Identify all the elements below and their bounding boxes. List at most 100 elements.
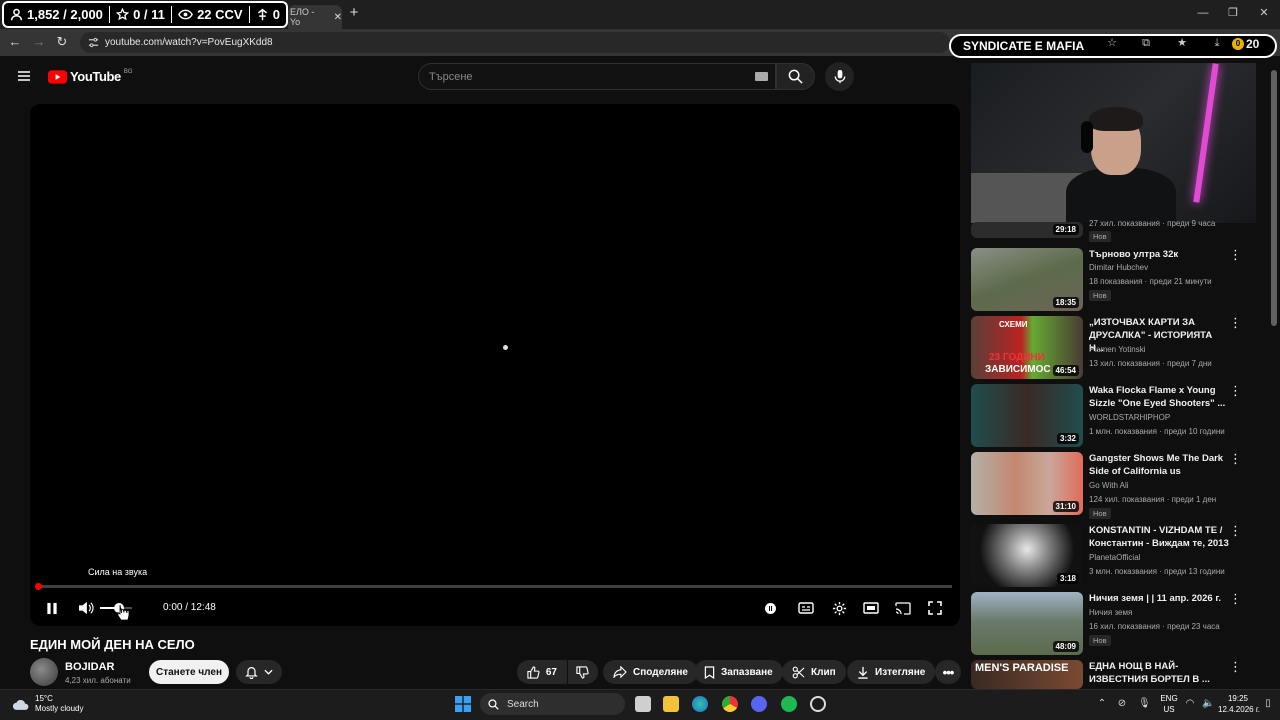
- close-window-button[interactable]: ✕: [1257, 6, 1271, 20]
- discord-icon[interactable]: [751, 696, 767, 712]
- cast-button[interactable]: [894, 599, 912, 617]
- youtube-play-icon: [48, 69, 67, 84]
- bookmark-star-icon[interactable]: ☆: [1105, 36, 1119, 50]
- spotify-icon[interactable]: [781, 696, 797, 712]
- notifications-icon[interactable]: ▯: [1262, 698, 1274, 710]
- more-vertical-icon[interactable]: ⋮: [1229, 524, 1242, 537]
- region-code: US: [1163, 705, 1175, 714]
- video-thumbnail[interactable]: 3:32: [971, 384, 1083, 447]
- more-vertical-icon[interactable]: ⋮: [1229, 384, 1242, 397]
- new-tab-button[interactable]: +: [347, 5, 361, 20]
- video-title[interactable]: Търново ултра 32к: [1089, 248, 1229, 261]
- time-display: 0:00 / 12:48: [163, 602, 216, 613]
- voice-search-button[interactable]: [825, 62, 854, 91]
- video-thumbnail[interactable]: 48:09: [971, 592, 1083, 655]
- favorites-icon[interactable]: ★: [1175, 36, 1189, 50]
- channel-name[interactable]: WORLDSTARHIPHOP: [1089, 413, 1170, 422]
- progress-scrubber[interactable]: [35, 583, 42, 590]
- language-indicator[interactable]: ENG US: [1159, 693, 1179, 715]
- url-field[interactable]: youtube.com/watch?v=PovEugXKdd8: [80, 32, 950, 53]
- video-thumbnail[interactable]: 31:10: [971, 452, 1083, 515]
- extensions-icon[interactable]: ⧉: [1139, 36, 1153, 50]
- like-button[interactable]: 67: [517, 660, 567, 684]
- share-button[interactable]: Споделяне: [603, 660, 698, 684]
- active-tab[interactable]: ЕЛО - Yo ✕: [288, 5, 342, 29]
- video-thumbnail[interactable]: 3:18: [971, 524, 1083, 587]
- join-button[interactable]: Станете член: [149, 660, 229, 684]
- forward-button[interactable]: →: [32, 35, 46, 49]
- system-clock[interactable]: 19:25 12.4.2026 г.: [1218, 693, 1260, 715]
- more-vertical-icon[interactable]: ⋮: [1229, 316, 1242, 329]
- windows-start-icon[interactable]: [455, 696, 471, 712]
- weather-widget[interactable]: 15°C Mostly cloudy: [12, 694, 83, 714]
- save-button[interactable]: Запазване: [694, 660, 783, 684]
- keyboard-icon[interactable]: [755, 72, 768, 81]
- fullscreen-button[interactable]: [926, 599, 944, 617]
- download-button[interactable]: Изтегляне: [847, 660, 936, 684]
- video-title[interactable]: Waka Flocka Flame x Young Sizzle "One Ey…: [1089, 384, 1229, 410]
- video-thumbnail[interactable]: СХЕМИ 23 ГОДИНИ ЗАВИСИМОС 46:54: [971, 316, 1083, 379]
- network-off-icon[interactable]: ⊘: [1116, 698, 1128, 710]
- more-vertical-icon[interactable]: ⋮: [1229, 660, 1242, 673]
- video-player[interactable]: Сила на звука 0:00 / 12:48: [30, 104, 960, 626]
- video-title[interactable]: Gangster Shows Me The Dark Side of Calif…: [1089, 452, 1229, 478]
- channel-avatar[interactable]: [30, 658, 58, 686]
- channel-name[interactable]: Plamen Yotinski: [1089, 345, 1145, 354]
- restore-button[interactable]: ❐: [1226, 6, 1240, 20]
- search-input[interactable]: Търсене: [418, 63, 776, 90]
- edge-icon[interactable]: [692, 696, 708, 712]
- duration-badge: 3:18: [1056, 573, 1079, 584]
- share-icon: [613, 666, 627, 678]
- pause-button[interactable]: [44, 599, 60, 617]
- back-button[interactable]: ←: [8, 35, 22, 49]
- loading-indicator: [503, 345, 508, 350]
- channel-name[interactable]: Go With Ali: [1089, 481, 1129, 490]
- hamburger-menu-icon[interactable]: [16, 68, 32, 84]
- app-icon[interactable]: [810, 696, 826, 712]
- settings-button[interactable]: [830, 599, 848, 617]
- url-text: youtube.com/watch?v=PovEugXKdd8: [105, 37, 273, 48]
- wifi-icon[interactable]: ◠: [1184, 698, 1196, 710]
- channel-name[interactable]: Dimitar Hubchev: [1089, 263, 1148, 272]
- minimize-button[interactable]: —: [1196, 6, 1210, 20]
- more-actions-button[interactable]: •••: [935, 660, 961, 684]
- search-button[interactable]: [776, 63, 815, 90]
- video-title[interactable]: ЕДНА НОЩ В НАЙ-ИЗВЕСТНИЯ БОРТЕЛ В ...: [1089, 660, 1229, 686]
- notification-button[interactable]: [236, 660, 282, 684]
- theater-mode-button[interactable]: [862, 599, 880, 617]
- file-explorer-icon[interactable]: [663, 696, 679, 712]
- video-title[interactable]: KONSTANTIN - VIZHDAM TE / Константин - В…: [1089, 524, 1229, 550]
- channel-name[interactable]: Ничия земя: [1089, 608, 1132, 617]
- extra-stat: 0: [256, 7, 280, 22]
- taskbar-search[interactable]: Search: [480, 693, 625, 715]
- video-thumbnail[interactable]: 18:35: [971, 248, 1083, 311]
- subtitles-button[interactable]: [797, 599, 815, 617]
- video-thumbnail[interactable]: MEN'S PARADISE: [971, 660, 1083, 689]
- scrollbar[interactable]: [1271, 70, 1277, 326]
- clip-button[interactable]: Клип: [782, 660, 846, 684]
- reload-button[interactable]: ↻: [55, 35, 69, 49]
- progress-bar[interactable]: [38, 585, 952, 588]
- mute-button[interactable]: [77, 599, 95, 617]
- chrome-icon[interactable]: [722, 696, 738, 712]
- download-icon[interactable]: ⤓: [1210, 36, 1224, 50]
- video-thumbnail[interactable]: 29:18: [971, 222, 1083, 238]
- more-vertical-icon[interactable]: ⋮: [1229, 452, 1242, 465]
- youtube-logo[interactable]: YouTube BG: [48, 69, 133, 84]
- duration-badge: 48:09: [1052, 641, 1079, 652]
- more-vertical-icon[interactable]: ⋮: [1229, 592, 1242, 605]
- close-tab-icon[interactable]: ✕: [334, 12, 342, 23]
- task-view-icon[interactable]: [635, 696, 651, 712]
- pause-icon: [47, 602, 57, 614]
- video-title[interactable]: Ничия земя | | 11 апр. 2026 г.: [1089, 592, 1229, 605]
- speaker-icon[interactable]: 🔈: [1202, 698, 1214, 710]
- autoplay-toggle[interactable]: [763, 599, 777, 617]
- dislike-button[interactable]: [568, 660, 598, 684]
- download-label: Изтегляне: [875, 666, 926, 678]
- channel-name[interactable]: BOJIDAR: [65, 661, 115, 673]
- chevron-up-icon[interactable]: ⌃: [1096, 698, 1108, 710]
- channel-name[interactable]: PlanetaOfficial: [1089, 553, 1140, 562]
- youtube-logo-text: YouTube: [70, 69, 121, 84]
- more-vertical-icon[interactable]: ⋮: [1229, 248, 1242, 261]
- microphone-tray-icon[interactable]: 🎙: [1138, 698, 1151, 710]
